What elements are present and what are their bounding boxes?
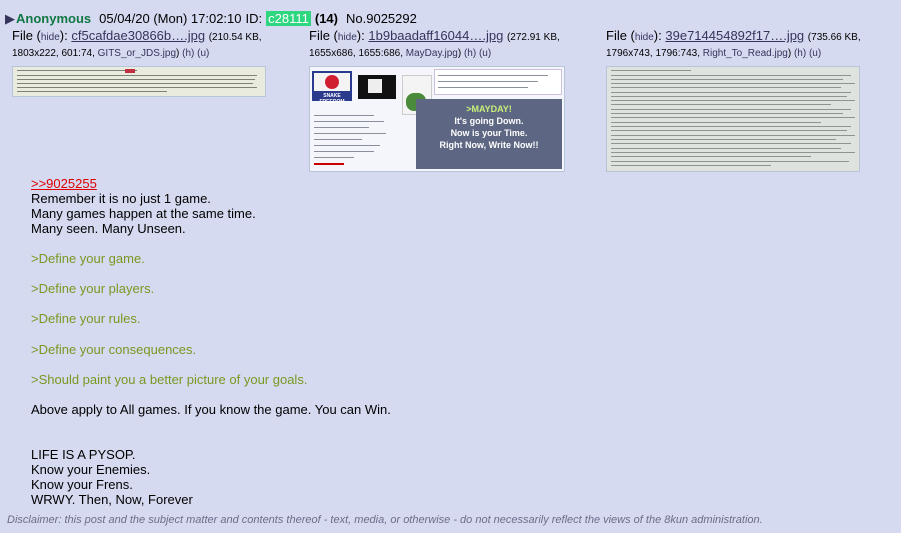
greentext-line: >Define your consequences.	[31, 342, 197, 357]
file-info-1: File (hide): cf5cafdae30866b….jpg (210.5…	[12, 28, 302, 62]
body-line: Many seen. Many Unseen.	[31, 221, 186, 236]
greentext-line: >Should paint you a better picture of yo…	[31, 372, 308, 387]
hide-file-link[interactable]: hide	[41, 32, 60, 43]
file-dimensions: 1796x743, 1796:743,	[606, 48, 700, 59]
body-line: Above apply to All games. If you know th…	[31, 402, 391, 417]
file-label-end: ):	[356, 28, 365, 43]
file-label: File (	[12, 28, 41, 43]
post-menu-arrow-icon[interactable]: ▶	[5, 12, 15, 25]
body-line: Remember it is no just 1 game.	[31, 191, 211, 206]
file-dimensions: 1655x686, 1655:686,	[309, 48, 403, 59]
paren: )	[176, 48, 180, 59]
hide-file-link[interactable]: hide	[338, 32, 357, 43]
file-name-link[interactable]: 1b9baadaff16044….jpg	[368, 28, 503, 43]
file-label: File (	[309, 28, 338, 43]
poster-id-badge[interactable]: c28111	[266, 10, 311, 26]
original-filename-link[interactable]: GITS_or_JDS.jpg	[98, 48, 176, 59]
file-label-end: ):	[59, 28, 68, 43]
poster-id-label: ID:	[245, 10, 263, 26]
mayday-line: It's going Down.	[454, 116, 524, 126]
file-info-3: File (hide): 39e714454892f17….jpg (735.6…	[606, 28, 896, 62]
unhide-thumb-link[interactable]: (u)	[809, 48, 821, 59]
file-label-end: ):	[653, 28, 662, 43]
file-thumbnail-3[interactable]	[606, 66, 860, 172]
file-size: (735.66 KB,	[807, 32, 861, 43]
paren: )	[457, 48, 462, 59]
unhide-thumb-link[interactable]: (u)	[479, 48, 491, 59]
banner-caption: SNAKE FREEDOM	[319, 93, 345, 105]
file-size: (210.54 KB,	[208, 32, 262, 43]
original-filename-link[interactable]: Right_To_Read.jpg	[703, 48, 788, 59]
body-line: WRWY. Then, Now, Forever	[31, 492, 193, 507]
hide-thumb-link[interactable]: (h)	[794, 48, 806, 59]
greentext-line: >Define your game.	[31, 251, 145, 266]
disclaimer: Disclaimer: this post and the subject ma…	[7, 514, 763, 526]
mayday-line: Now is your Time.	[450, 128, 528, 138]
hide-file-link[interactable]: hide	[635, 32, 654, 43]
file-dimensions: 1803x222, 601:74,	[12, 48, 95, 59]
quote-link[interactable]: >>9025255	[31, 176, 97, 191]
paren: )	[787, 48, 792, 59]
file-name-link[interactable]: cf5cafdae30866b….jpg	[71, 28, 205, 43]
post-number-link[interactable]: No.9025292	[346, 11, 417, 26]
poster-name: Anonymous	[16, 10, 92, 26]
mayday-line: >MAYDAY!	[466, 104, 512, 114]
file-size: (272.91 KB,	[506, 32, 560, 43]
hide-thumb-link[interactable]: (h)	[464, 48, 476, 59]
mayday-line: Right Now, Write Now!!	[439, 140, 539, 150]
mayday-panel: >MAYDAY! It's going Down. Now is your Ti…	[416, 99, 562, 169]
file-thumbnail-2[interactable]: SNAKE FREEDOM >MAYDAY! It's going Down. …	[309, 66, 565, 172]
file-thumbnail-1[interactable]	[12, 66, 266, 97]
greentext-line: >Define your rules.	[31, 311, 141, 326]
post-header: ▶ Anonymous 05/04/20 (Mon) 17:02:10 ID: …	[5, 10, 417, 26]
post-body: >>9025255 Remember it is no just 1 game.…	[31, 176, 871, 507]
poster-post-count: (14)	[314, 10, 338, 26]
body-line: LIFE IS A PYSOP.	[31, 447, 136, 462]
body-line: Know your Frens.	[31, 477, 133, 492]
file-name-link[interactable]: 39e714454892f17….jpg	[665, 28, 804, 43]
post-datetime: 05/04/20 (Mon) 17:02:10	[99, 10, 242, 26]
file-info-2: File (hide): 1b9baadaff16044….jpg (272.9…	[309, 28, 599, 62]
unhide-thumb-link[interactable]: (u)	[197, 48, 209, 59]
body-line: Know your Enemies.	[31, 462, 151, 477]
file-label: File (	[606, 28, 635, 43]
hide-thumb-link[interactable]: (h)	[182, 48, 194, 59]
body-line: Many games happen at the same time.	[31, 206, 256, 221]
original-filename-link[interactable]: MayDay.jpg	[406, 48, 458, 59]
greentext-line: >Define your players.	[31, 281, 155, 296]
